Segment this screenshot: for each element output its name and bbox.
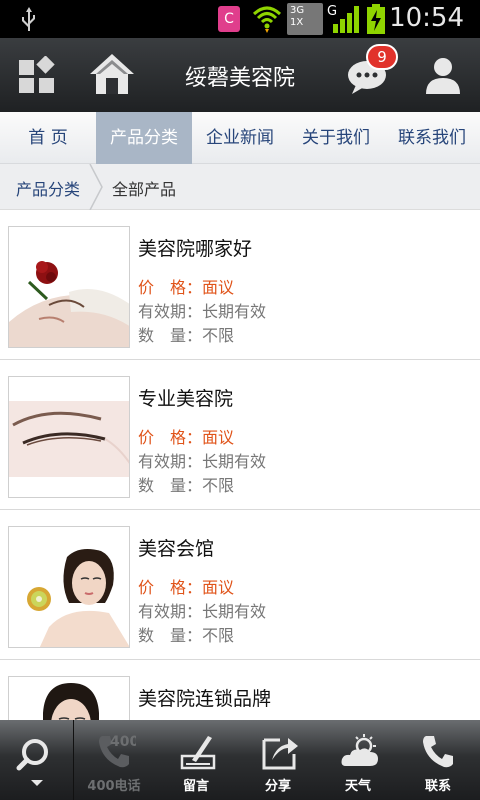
breadcrumb-parent[interactable]: 产品分类	[16, 176, 80, 200]
search-button[interactable]	[0, 720, 74, 800]
list-item[interactable]: 专业美容院 价 格：面议 有效期：长期有效 数 量：不限	[0, 360, 480, 510]
product-image	[8, 226, 130, 348]
message-count-badge: 9	[366, 44, 398, 70]
tab-about-us[interactable]: 关于我们	[288, 112, 384, 164]
message-board-label: 留言	[182, 779, 209, 794]
list-item[interactable]: 美容院哪家好 价 格：面议 有效期：长期有效 数 量：不限	[0, 210, 480, 360]
phone-400-label: 400电话	[87, 779, 141, 794]
app-header: 绥磬美容院 9	[0, 38, 480, 112]
list-item[interactable]: 美容院连锁品牌	[0, 660, 480, 720]
woman-portrait-photo	[9, 677, 129, 720]
product-name: 美容院连锁品牌	[138, 688, 272, 710]
rose-face-photo	[9, 227, 129, 347]
app-title: 绥磬美容院	[184, 66, 295, 91]
product-validity: 有效期：长期有效	[138, 302, 267, 321]
tab-company-news[interactable]: 企业新闻	[192, 112, 288, 164]
tab-contact-us[interactable]: 联系我们	[384, 112, 480, 164]
product-name: 专业美容院	[138, 388, 234, 410]
contact-button[interactable]: 联系	[398, 720, 478, 800]
product-image	[8, 376, 130, 498]
product-validity: 有效期：长期有效	[138, 452, 267, 471]
product-quantity: 数 量：不限	[138, 626, 235, 645]
phone-icon	[423, 736, 453, 768]
product-price: 价 格：面议	[138, 578, 235, 597]
contact-label: 联系	[424, 779, 451, 794]
notification-app-icon: C	[218, 6, 240, 32]
tab-home[interactable]: 首 页	[0, 112, 96, 164]
product-name: 美容院哪家好	[138, 238, 253, 260]
woman-kiwi-photo	[9, 527, 129, 647]
share-arrow-icon	[262, 738, 298, 770]
list-item[interactable]: 美容会馆 价 格：面议 有效期：长期有效 数 量：不限	[0, 510, 480, 660]
breadcrumb-separator-icon	[89, 164, 103, 210]
product-image	[8, 676, 130, 720]
product-name: 美容会馆	[138, 538, 215, 560]
search-icon	[16, 739, 48, 786]
product-quantity: 数 量：不限	[138, 326, 235, 345]
write-pen-icon	[180, 736, 216, 770]
product-list: 美容院哪家好 价 格：面议 有效期：长期有效 数 量：不限 专业美容院 价 格：…	[0, 210, 480, 720]
breadcrumb: 产品分类 全部产品	[0, 164, 480, 210]
status-bar: C 3G 1X G 10:54	[0, 0, 480, 38]
phone-400-icon: 400	[99, 734, 136, 768]
network-type-badge: 3G 1X	[287, 3, 323, 35]
phone-400-button[interactable]: 400 400电话	[74, 720, 154, 800]
tab-product-category[interactable]: 产品分类	[96, 112, 192, 164]
weather-label: 天气	[344, 779, 371, 794]
wifi-icon	[252, 6, 282, 33]
product-quantity: 数 量：不限	[138, 476, 235, 495]
share-button[interactable]: 分享	[238, 720, 318, 800]
svg-text:G: G	[327, 4, 337, 19]
product-image	[8, 526, 130, 648]
battery-charging-icon	[367, 4, 385, 34]
user-icon[interactable]	[424, 56, 462, 96]
bottom-toolbar: 400 400电话 留言 分享 天气 联系	[0, 720, 480, 800]
signal-strength-icon: G	[327, 4, 359, 33]
product-validity: 有效期：长期有效	[138, 602, 267, 621]
product-price: 价 格：面议	[138, 428, 235, 447]
weather-cloud-icon	[341, 734, 378, 766]
share-label: 分享	[264, 779, 291, 794]
phone-400-icon-text: 400	[110, 734, 136, 750]
weather-button[interactable]: 天气	[318, 720, 398, 800]
top-nav: 首 页 产品分类 企业新闻 关于我们 联系我们	[0, 112, 480, 164]
clock: 10:54	[389, 3, 464, 33]
eye-closeup-photo	[9, 377, 129, 497]
message-board-button[interactable]: 留言	[156, 720, 236, 800]
product-price: 价 格：面议	[138, 278, 235, 297]
breadcrumb-current: 全部产品	[112, 180, 177, 199]
usb-icon	[22, 7, 35, 31]
